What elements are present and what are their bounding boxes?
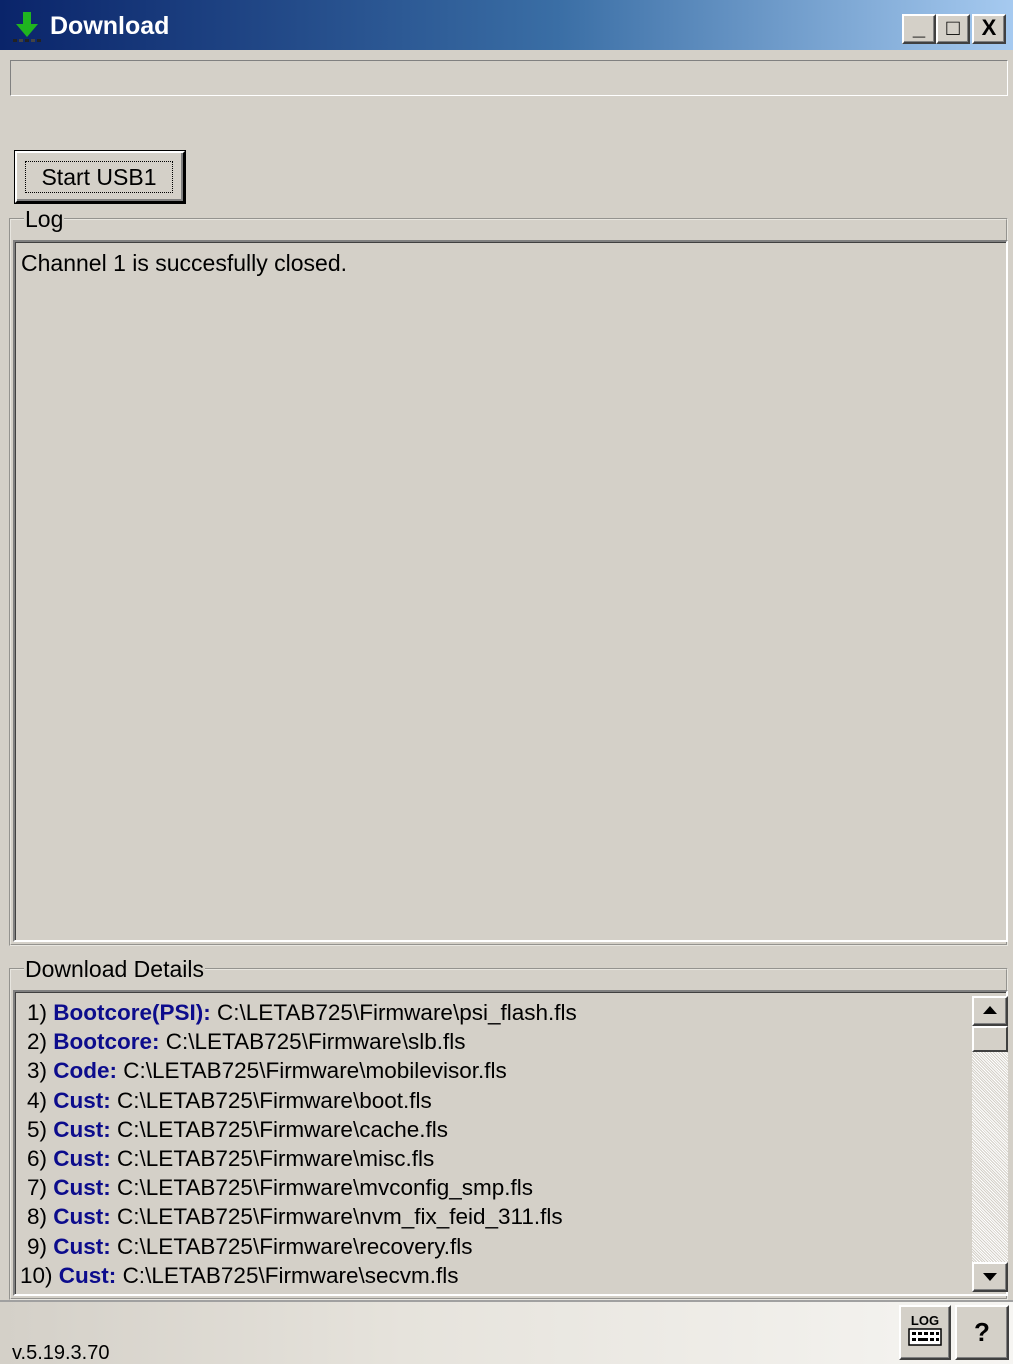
log-icon-text: LOG [911, 1313, 939, 1328]
row-path: C:\LETAB725\Firmware\slb.fls [165, 1029, 466, 1055]
log-keyboard-icon: LOG [908, 1313, 942, 1346]
list-item: 4) Cust: C:\LETAB725\Firmware\boot.fls [17, 1086, 977, 1115]
download-arrow-icon [10, 10, 46, 46]
help-button[interactable]: ? [955, 1305, 1009, 1360]
row-path: C:\LETAB725\Firmware\mvconfig_smp.fls [117, 1175, 534, 1201]
close-button[interactable]: X [972, 14, 1006, 44]
row-number: 4) [27, 1087, 48, 1113]
row-number: 1) [27, 1000, 48, 1025]
list-item: 5) Cust: C:\LETAB725\Firmware\cache.fls [17, 1115, 977, 1144]
arrow-up-icon [983, 1006, 997, 1014]
row-number: 7) [27, 1175, 48, 1201]
row-type: Bootcore: [53, 1029, 160, 1055]
row-path: C:\LETAB725\Firmware\misc.fls [117, 1146, 435, 1172]
download-details-list[interactable]: 1) Bootcore(PSI): C:\LETAB725\Firmware\p… [13, 990, 1008, 1296]
row-number: 5) [27, 1116, 48, 1142]
minimize-button[interactable]: _ [902, 14, 936, 44]
list-item: 1) Bootcore(PSI): C:\LETAB725\Firmware\p… [17, 998, 977, 1027]
list-item: 10) Cust: C:\LETAB725\Firmware\secvm.fls [17, 1261, 977, 1290]
row-path: C:\LETAB725\Firmware\nvm_fix_feid_311.fl… [117, 1204, 563, 1230]
list-item: 2) Bootcore: C:\LETAB725\Firmware\slb.fl… [17, 1027, 977, 1056]
row-number: 2) [27, 1029, 48, 1055]
log-line: Channel 1 is succesfully closed. [21, 250, 347, 276]
row-type: Bootcore(PSI): [53, 1000, 211, 1025]
scroll-down-button[interactable] [972, 1262, 1008, 1292]
row-path: C:\LETAB725\Firmware\mobilevisor.fls [123, 1058, 507, 1084]
row-type: Code: [53, 1058, 118, 1084]
vertical-scrollbar[interactable] [972, 996, 1008, 1292]
status-bar [0, 1300, 1013, 1364]
list-item: 9) Cust: C:\LETAB725\Firmware\recovery.f… [17, 1232, 977, 1261]
start-usb-button[interactable]: Start USB1 [15, 151, 185, 203]
minimize-icon: _ [912, 15, 926, 40]
maximize-button[interactable]: □ [936, 14, 970, 44]
log-output[interactable]: Channel 1 is succesfully closed. [13, 240, 1008, 942]
help-icon: ? [974, 1317, 990, 1347]
row-path: C:\LETAB725\Firmware\secvm.fls [122, 1262, 459, 1288]
row-type: Cust: [53, 1087, 111, 1113]
row-type: Cust: [53, 1204, 111, 1230]
row-path: C:\LETAB725\Firmware\cache.fls [117, 1116, 448, 1142]
close-icon: X [981, 15, 997, 40]
row-number: 3) [27, 1058, 48, 1084]
row-type: Cust: [53, 1146, 111, 1172]
list-item: 8) Cust: C:\LETAB725\Firmware\nvm_fix_fe… [17, 1202, 977, 1231]
version-label: v.5.19.3.70 [12, 1342, 110, 1364]
row-number: 6) [27, 1146, 48, 1172]
status-field [10, 60, 1008, 96]
window-title: Download [50, 12, 170, 40]
row-number: 8) [27, 1204, 48, 1230]
row-type: Cust: [53, 1116, 111, 1142]
row-number: 9) [27, 1233, 48, 1259]
start-usb-button-label: Start USB1 [25, 161, 173, 193]
row-type: Cust: [58, 1262, 117, 1288]
row-type: Cust: [53, 1233, 111, 1259]
maximize-icon: □ [946, 15, 960, 40]
log-group-label: Log [24, 206, 65, 232]
row-path: C:\LETAB725\Firmware\psi_flash.fls [217, 1000, 577, 1025]
row-path: C:\LETAB725\Firmware\recovery.fls [117, 1233, 473, 1259]
row-type: Cust: [53, 1175, 111, 1201]
scroll-up-button[interactable] [972, 996, 1008, 1026]
download-details-label: Download Details [24, 956, 205, 982]
list-item: 7) Cust: C:\LETAB725\Firmware\mvconfig_s… [17, 1173, 977, 1202]
scroll-thumb[interactable] [972, 1026, 1008, 1052]
list-item: 3) Code: C:\LETAB725\Firmware\mobileviso… [17, 1056, 977, 1085]
row-number: 10) [20, 1262, 53, 1288]
row-path: C:\LETAB725\Firmware\boot.fls [117, 1087, 432, 1113]
title-bar[interactable]: Download _ □ X [0, 0, 1013, 50]
file-list: 1) Bootcore(PSI): C:\LETAB725\Firmware\p… [17, 998, 977, 1290]
list-item: 6) Cust: C:\LETAB725\Firmware\misc.fls [17, 1144, 977, 1173]
log-button[interactable]: LOG [899, 1305, 951, 1360]
arrow-down-icon [983, 1273, 997, 1281]
